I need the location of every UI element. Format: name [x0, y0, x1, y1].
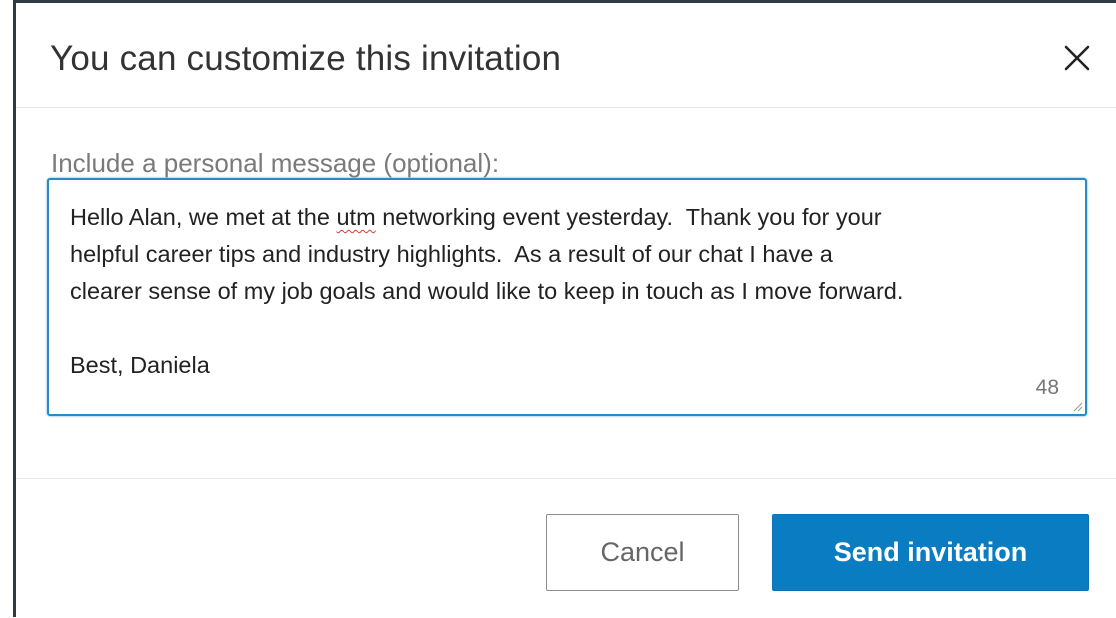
close-icon [1064, 45, 1090, 71]
message-line-5: Best, Daniela [70, 352, 210, 378]
character-counter: 48 [1035, 376, 1059, 399]
send-invitation-button[interactable]: Send invitation [772, 514, 1089, 591]
dialog-footer: Cancel Send invitation [16, 478, 1116, 618]
message-text[interactable]: Hello Alan, we met at the utm networking… [70, 199, 1070, 384]
message-line-2: helpful career tips and industry highlig… [70, 241, 833, 267]
personal-message-textarea[interactable]: Hello Alan, we met at the utm networking… [47, 178, 1087, 416]
close-button[interactable] [1054, 35, 1100, 81]
message-label: Include a personal message (optional): [51, 148, 500, 178]
dialog-title: You can customize this invitation [50, 39, 562, 78]
message-line-1: Hello Alan, we met at the utm networking… [70, 204, 882, 230]
window-left-edge [0, 0, 16, 617]
misspelled-word[interactable]: utm [336, 204, 375, 230]
dialog-body: Include a personal message (optional): H… [16, 108, 1116, 478]
cancel-button[interactable]: Cancel [546, 514, 739, 591]
dialog-header: You can customize this invitation [16, 3, 1116, 108]
invitation-dialog: You can customize this invitation Includ… [16, 3, 1116, 617]
resize-handle-icon[interactable] [1071, 400, 1083, 412]
message-line-3: clearer sense of my job goals and would … [70, 278, 904, 304]
